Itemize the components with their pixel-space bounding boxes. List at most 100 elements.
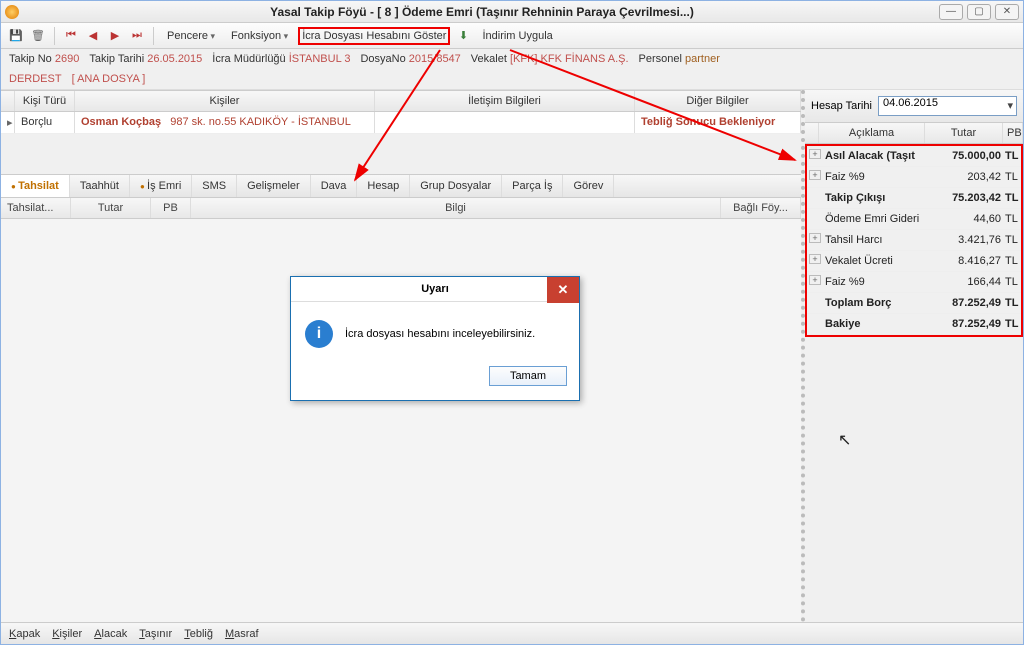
kisiler-header: Kişi Türü Kişiler İletişim Bilgileri Diğ…	[1, 90, 801, 112]
account-row[interactable]: +Faiz %9203,42TL	[807, 167, 1021, 188]
account-label: Asıl Alacak (Taşıt	[823, 146, 925, 166]
dosya-no-label: DosyaNo	[360, 53, 405, 65]
account-row[interactable]: +Asıl Alacak (Taşıt75.000,00TL	[807, 146, 1021, 167]
status-taşınır[interactable]: Taşınır	[139, 628, 172, 640]
row-iletisim	[375, 112, 635, 133]
menu-pencere[interactable]: Pencere	[161, 27, 221, 45]
tab-görev[interactable]: Görev	[563, 175, 614, 197]
prev-icon[interactable]: ◀	[84, 27, 102, 45]
account-row[interactable]: Ödeme Emri Gideri44,60TL	[807, 209, 1021, 230]
acct-exp-header	[805, 123, 819, 143]
account-currency: TL	[1003, 209, 1021, 229]
account-amount: 75.203,42	[925, 188, 1003, 208]
app-icon	[5, 5, 19, 19]
account-label: Bakiye	[823, 314, 925, 334]
account-box: +Asıl Alacak (Taşıt75.000,00TL+Faiz %920…	[805, 144, 1023, 337]
tab-hesap[interactable]: Hesap	[357, 175, 410, 197]
warning-dialog: Uyarı ✕ i İcra dosyası hesabını inceleye…	[290, 276, 580, 401]
tab-grup dosyalar[interactable]: Grup Dosyalar	[410, 175, 502, 197]
sub-bagli-foy[interactable]: Bağlı Föy...	[721, 198, 801, 218]
account-amount: 3.421,76	[925, 230, 1003, 250]
delete-icon[interactable]: 🗑	[29, 27, 47, 45]
account-row[interactable]: Toplam Borç87.252,49TL	[807, 293, 1021, 314]
status-kişiler[interactable]: Kişiler	[52, 628, 82, 640]
account-label: Vekalet Ücreti	[823, 251, 925, 271]
menu-indirim-uygula[interactable]: İndirim Uygula	[476, 27, 558, 45]
account-currency: TL	[1003, 230, 1021, 250]
statusbar: Kapak Kişiler Alacak Taşınır Tebliğ Masraf	[1, 622, 1023, 644]
sub-bilgi[interactable]: Bilgi	[191, 198, 721, 218]
sub-tutar[interactable]: Tutar	[71, 198, 151, 218]
status-alacak[interactable]: Alacak	[94, 628, 127, 640]
row-diger: Tebliğ Sonucu Bekleniyor	[635, 112, 801, 133]
tab-dava[interactable]: Dava	[311, 175, 358, 197]
kisi-turu-header[interactable]: Kişi Türü	[15, 91, 75, 111]
ana-dosya-label: [ ANA DOSYA ]	[72, 73, 146, 85]
diger-header[interactable]: Diğer Bilgiler	[635, 91, 801, 111]
personel-label: Personel	[639, 53, 682, 65]
sub-tahsilat[interactable]: Tahsilat...	[1, 198, 71, 218]
account-label: Tahsil Harcı	[823, 230, 925, 250]
status-masraf[interactable]: Masraf	[225, 628, 259, 640]
dialog-ok-button[interactable]: Tamam	[489, 366, 567, 386]
tab-parça i̇ş[interactable]: Parça İş	[502, 175, 563, 197]
account-row[interactable]: +Faiz %9166,44TL	[807, 272, 1021, 293]
row-kisiler: Osman Koçbaş 987 sk. no.55 KADIKÖY - İST…	[75, 112, 375, 133]
kisiler-row[interactable]: ▸ Borçlu Osman Koçbaş 987 sk. no.55 KADI…	[1, 112, 801, 134]
kisiler-col-header[interactable]: Kişiler	[75, 91, 375, 111]
derdest-label: DERDEST	[9, 73, 62, 85]
hesap-tarihi-row: Hesap Tarihi 04.06.2015	[805, 90, 1023, 123]
account-currency: TL	[1003, 293, 1021, 313]
discount-icon[interactable]: ⬇	[454, 27, 472, 45]
last-icon[interactable]: ⏭	[128, 27, 146, 45]
tab-sms[interactable]: SMS	[192, 175, 237, 197]
right-spacer	[805, 337, 1023, 622]
expand-icon[interactable]: +	[809, 149, 821, 159]
acct-aciklama-header[interactable]: Açıklama	[819, 123, 925, 143]
expand-icon[interactable]: +	[809, 233, 821, 243]
menu-fonksiyon[interactable]: Fonksiyon	[225, 27, 294, 45]
acct-pb-header[interactable]: PB	[1003, 123, 1023, 143]
account-currency: TL	[1003, 314, 1021, 334]
acct-tutar-header[interactable]: Tutar	[925, 123, 1003, 143]
tab-taahhüt[interactable]: Taahhüt	[70, 175, 130, 197]
expand-icon[interactable]: +	[809, 275, 821, 285]
minimize-button[interactable]: —	[939, 4, 963, 20]
account-row[interactable]: Bakiye87.252,49TL	[807, 314, 1021, 335]
tab-tahsilat[interactable]: Tahsilat	[1, 175, 70, 197]
account-row[interactable]: +Tahsil Harcı3.421,76TL	[807, 230, 1021, 251]
account-row[interactable]: Takip Çıkışı75.203,42TL	[807, 188, 1021, 209]
account-label: Toplam Borç	[823, 293, 925, 313]
account-row[interactable]: +Vekalet Ücreti8.416,27TL	[807, 251, 1021, 272]
maximize-button[interactable]: ▢	[967, 4, 991, 20]
status-tebliğ[interactable]: Tebliğ	[184, 628, 213, 640]
expand-icon[interactable]: +	[809, 254, 821, 264]
account-label: Faiz %9	[823, 167, 925, 187]
next-icon[interactable]: ▶	[106, 27, 124, 45]
row-adres: 987 sk. no.55 KADIKÖY - İSTANBUL	[170, 116, 351, 128]
hesap-tarihi-input[interactable]: 04.06.2015	[878, 96, 1017, 116]
expand-icon[interactable]: +	[809, 170, 821, 180]
takip-tarihi-label: Takip Tarihi	[89, 53, 144, 65]
tab-i̇ş emri[interactable]: İş Emri	[130, 175, 192, 197]
right-pane: Hesap Tarihi 04.06.2015 Açıklama Tutar P…	[805, 90, 1023, 622]
dialog-close-button[interactable]: ✕	[547, 277, 579, 303]
status-kapak[interactable]: Kapak	[9, 628, 40, 640]
subhead: Tahsilat... Tutar PB Bilgi Bağlı Föy...	[1, 198, 801, 219]
iletisim-header[interactable]: İletişim Bilgileri	[375, 91, 635, 111]
first-icon[interactable]: ⏮	[62, 27, 80, 45]
account-currency: TL	[1003, 188, 1021, 208]
tab-gelişmeler[interactable]: Gelişmeler	[237, 175, 311, 197]
save-icon[interactable]: 💾	[7, 27, 25, 45]
account-amount: 44,60	[925, 209, 1003, 229]
close-button[interactable]: ✕	[995, 4, 1019, 20]
takip-tarihi-value: 26.05.2015	[147, 53, 202, 65]
account-currency: TL	[1003, 146, 1021, 166]
vekalet-label: Vekalet	[471, 53, 507, 65]
account-label: Ödeme Emri Gideri	[823, 209, 925, 229]
hesap-tarihi-label: Hesap Tarihi	[811, 100, 872, 112]
takip-no-label: Takip No	[9, 53, 52, 65]
row-expand-icon[interactable]: ▸	[1, 112, 15, 133]
sub-pb[interactable]: PB	[151, 198, 191, 218]
menu-icra-dosyasi-goster[interactable]: İcra Dosyası Hesabını Göster	[298, 27, 450, 45]
